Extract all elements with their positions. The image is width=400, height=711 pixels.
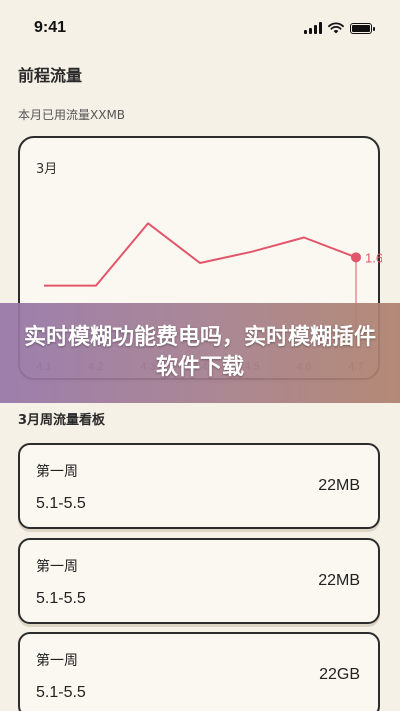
monthly-usage-text: 本月已用流量XXMB: [18, 108, 126, 122]
week-name: 第一周: [36, 653, 78, 669]
weekly-board-title: 3月周流量看板: [18, 413, 106, 428]
week-card[interactable]: 第一周 5.1-5.5 22MB: [18, 538, 380, 624]
week-card[interactable]: 第一周 5.1-5.5 22GB: [18, 632, 380, 711]
week-name: 第一周: [36, 559, 78, 575]
week-range: 5.1-5.5: [36, 495, 86, 512]
article-banner[interactable]: 实时模糊功能费电吗，实时模糊插件软件下载: [0, 303, 400, 403]
week-name: 第一周: [36, 464, 78, 480]
highlight-data-label: 1.6GB: [365, 250, 382, 265]
battery-icon: [350, 22, 375, 34]
page-title: 前程流量: [18, 66, 83, 85]
status-time: 9:41: [34, 19, 67, 36]
week-range: 5.1-5.5: [36, 590, 86, 607]
wifi-icon: [328, 22, 344, 34]
series-line: [44, 222, 357, 287]
week-usage: 22MB: [318, 477, 360, 494]
week-range: 5.1-5.5: [36, 684, 86, 701]
week-card[interactable]: 第一周 5.1-5.5 22MB: [18, 443, 380, 529]
status-bar: 9:41: [0, 0, 400, 56]
status-icons: [304, 22, 375, 34]
week-usage: 22MB: [318, 572, 360, 589]
banner-title: 实时模糊功能费电吗，实时模糊插件软件下载: [24, 325, 377, 380]
week-usage: 22GB: [319, 666, 360, 683]
signal-icon: [304, 22, 322, 34]
